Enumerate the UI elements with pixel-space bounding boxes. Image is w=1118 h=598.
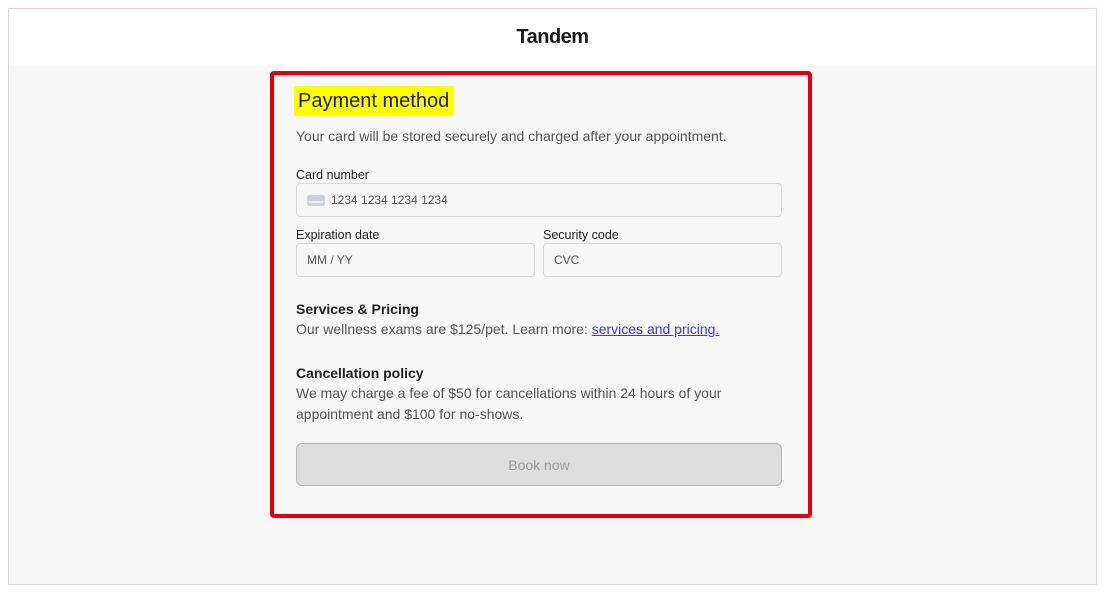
cancellation-policy-title: Cancellation policy: [296, 365, 424, 381]
security-code-field[interactable]: CVC: [543, 243, 782, 277]
page-frame: Tandem Payment method Your card will be …: [8, 8, 1097, 585]
security-placeholder: CVC: [554, 253, 580, 267]
expiration-placeholder: MM / YY: [307, 253, 353, 267]
site-header: Tandem: [9, 9, 1096, 66]
cancellation-policy-text: We may charge a fee of $50 for cancellat…: [296, 385, 722, 422]
card-number-placeholder: 1234 1234 1234 1234: [331, 193, 448, 207]
book-now-button[interactable]: Book now: [296, 443, 782, 486]
services-pricing-text: Our wellness exams are $125/pet. Learn m…: [296, 319, 766, 340]
payment-method-card: Payment method Your card will be stored …: [270, 71, 812, 518]
services-pricing-title: Services & Pricing: [296, 301, 419, 317]
expiration-date-field[interactable]: MM / YY: [296, 243, 535, 277]
expiration-date-label: Expiration date: [296, 228, 380, 242]
payment-subtitle: Your card will be stored securely and ch…: [296, 128, 727, 144]
brand-logo[interactable]: Tandem: [516, 26, 589, 49]
credit-card-icon: [307, 194, 325, 206]
card-number-field[interactable]: 1234 1234 1234 1234: [296, 183, 782, 217]
services-pricing-link[interactable]: services and pricing.: [592, 321, 720, 337]
security-code-label: Security code: [543, 228, 619, 242]
services-pricing-description: Our wellness exams are $125/pet. Learn m…: [296, 321, 592, 337]
card-number-label: Card number: [296, 168, 369, 182]
page-title: Payment method: [294, 86, 454, 116]
